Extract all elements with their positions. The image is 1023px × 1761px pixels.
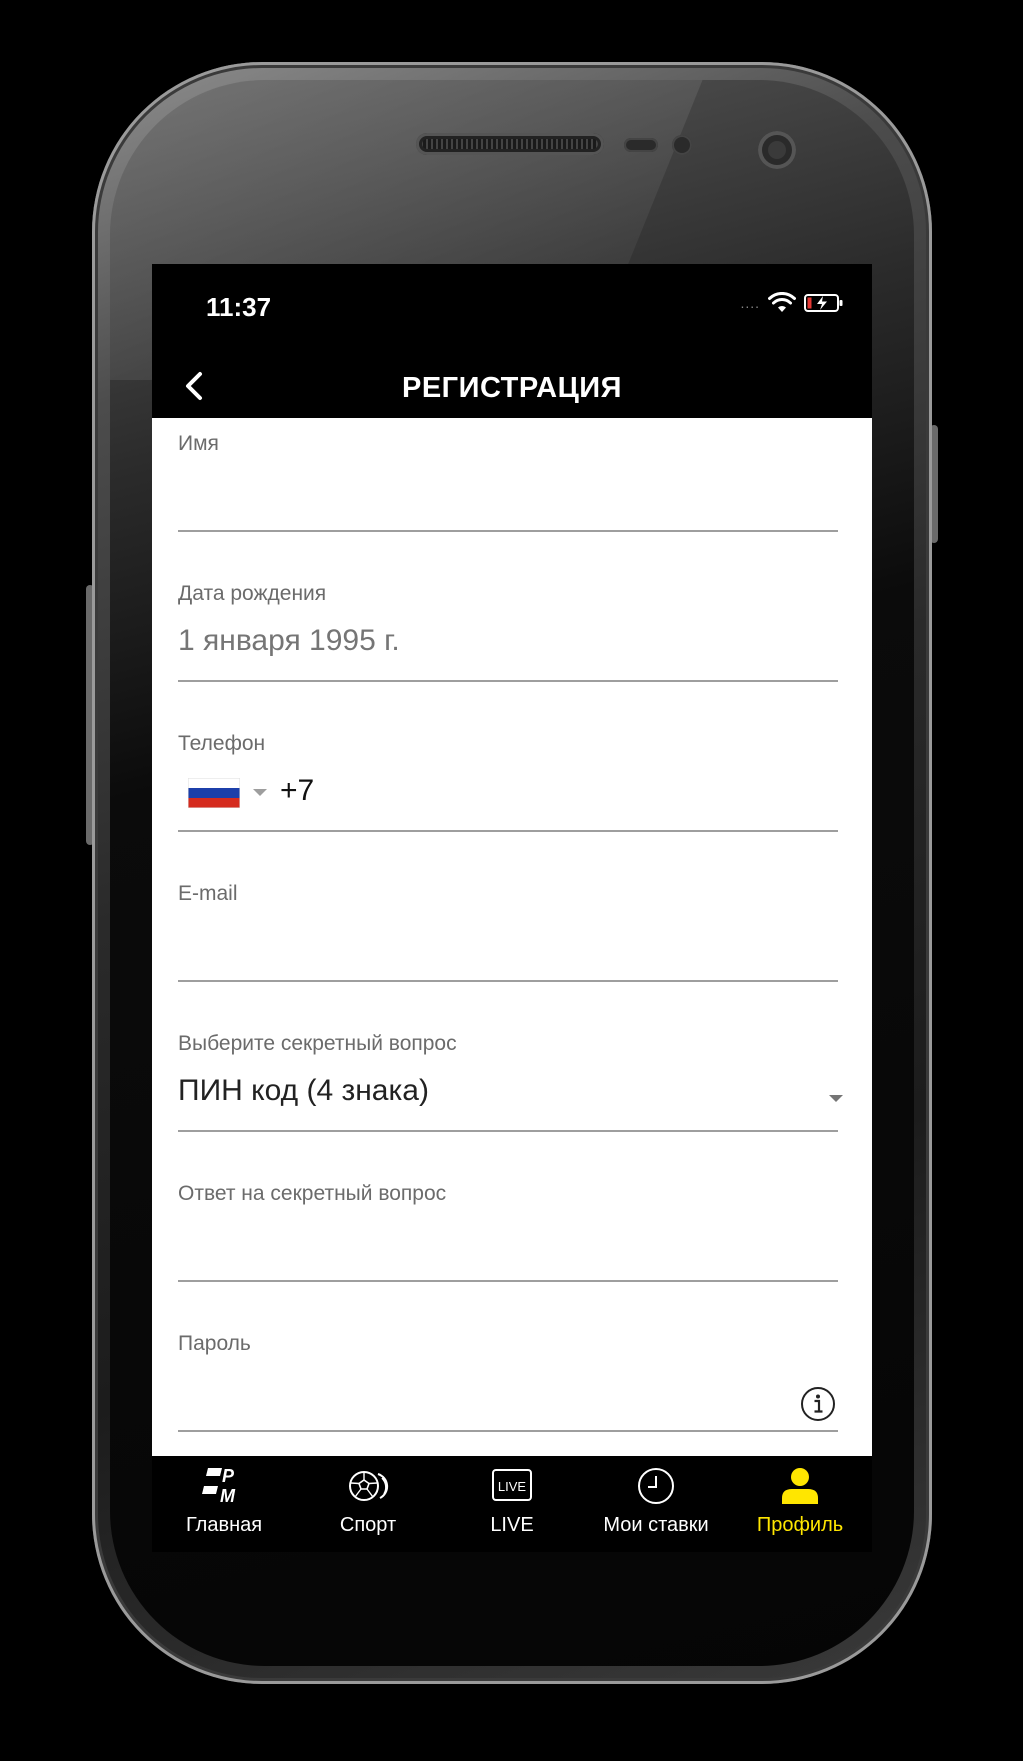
app-screen: 11:37 .... РЕГИСТРАЦИЯ Имя Дата рождения… xyxy=(152,264,872,1552)
tab-live-label: LIVE xyxy=(490,1514,534,1536)
tab-my-bets-label: Мои ставки xyxy=(603,1514,709,1536)
birth-date-label: Дата рождения xyxy=(178,582,327,605)
pm-logo-icon: P M xyxy=(202,1466,236,1506)
birth-date-value[interactable]: 1 января 1995 г. xyxy=(178,624,400,658)
phone-underline xyxy=(178,830,838,832)
dropdown-caret-icon[interactable] xyxy=(828,1094,844,1104)
tab-sport[interactable]: Спорт xyxy=(296,1456,440,1552)
tab-my-bets[interactable]: Мои ставки xyxy=(584,1456,728,1552)
password-field[interactable]: Пароль xyxy=(178,1332,838,1432)
svg-text:LIVE: LIVE xyxy=(498,1479,527,1494)
name-input[interactable] xyxy=(178,468,782,518)
secret-question-underline xyxy=(178,1130,838,1132)
tab-live[interactable]: LIVE LIVE xyxy=(440,1456,584,1552)
birth-date-field[interactable]: Дата рождения 1 января 1995 г. xyxy=(178,582,838,682)
phone-label: Телефон xyxy=(178,732,266,755)
country-caret-icon[interactable] xyxy=(252,788,268,798)
live-badge-icon: LIVE xyxy=(492,1469,532,1501)
wifi-icon xyxy=(768,292,796,312)
secret-question-label: Выберите секретный вопрос xyxy=(178,1032,457,1055)
bottom-tab-bar: P M Главная Спорт LIVE LIVE Мои ставки П… xyxy=(152,1456,872,1552)
sports-balls-icon xyxy=(349,1471,389,1501)
info-icon[interactable] xyxy=(800,1386,836,1422)
light-sensor xyxy=(672,135,692,155)
email-label: E-mail xyxy=(178,882,238,905)
front-camera xyxy=(758,131,796,169)
email-field[interactable]: E-mail xyxy=(178,882,838,982)
secret-answer-label: Ответ на секретный вопрос xyxy=(178,1182,447,1205)
status-time: 11:37 xyxy=(206,292,272,322)
svg-text:P: P xyxy=(222,1466,235,1486)
profile-icon xyxy=(782,1468,818,1504)
phone-prefix: +7 xyxy=(280,774,315,807)
email-underline xyxy=(178,980,838,982)
russia-flag-icon[interactable] xyxy=(188,778,240,808)
tab-profile[interactable]: Профиль xyxy=(728,1456,872,1552)
signal-icon: .... xyxy=(740,295,760,311)
secret-question-value[interactable]: ПИН код (4 знака) xyxy=(178,1074,429,1108)
password-underline xyxy=(178,1430,838,1432)
clock-icon xyxy=(638,1468,674,1504)
password-input[interactable] xyxy=(178,1368,782,1418)
page-title: РЕГИСТРАЦИЯ xyxy=(401,372,622,404)
proximity-sensor xyxy=(624,138,658,152)
birth-date-underline xyxy=(178,680,838,682)
tab-home[interactable]: P M Главная xyxy=(152,1456,296,1552)
tab-sport-label: Спорт xyxy=(339,1514,397,1536)
status-bar: 11:37 .... xyxy=(152,264,872,352)
phone-field[interactable]: Телефон +7 xyxy=(178,732,838,832)
tab-profile-label: Профиль xyxy=(756,1514,844,1536)
registration-form: Имя Дата рождения 1 января 1995 г. Телеф… xyxy=(152,418,872,1432)
secret-answer-field[interactable]: Ответ на секретный вопрос xyxy=(178,1182,838,1282)
email-input[interactable] xyxy=(178,918,782,968)
header: РЕГИСТРАЦИЯ xyxy=(152,352,872,418)
name-underline xyxy=(178,530,838,532)
secret-answer-input[interactable] xyxy=(178,1218,782,1268)
svg-text:M: M xyxy=(220,1486,236,1506)
name-field[interactable]: Имя xyxy=(178,432,838,532)
secret-question-select[interactable]: Выберите секретный вопрос ПИН код (4 зна… xyxy=(178,1032,843,1132)
name-label: Имя xyxy=(178,432,219,455)
tab-home-label: Главная xyxy=(185,1514,263,1536)
status-icons: .... xyxy=(740,292,844,314)
secret-answer-underline xyxy=(178,1280,838,1282)
earpiece-speaker xyxy=(416,133,604,155)
password-label: Пароль xyxy=(178,1332,251,1355)
battery-charging-icon xyxy=(804,294,843,312)
